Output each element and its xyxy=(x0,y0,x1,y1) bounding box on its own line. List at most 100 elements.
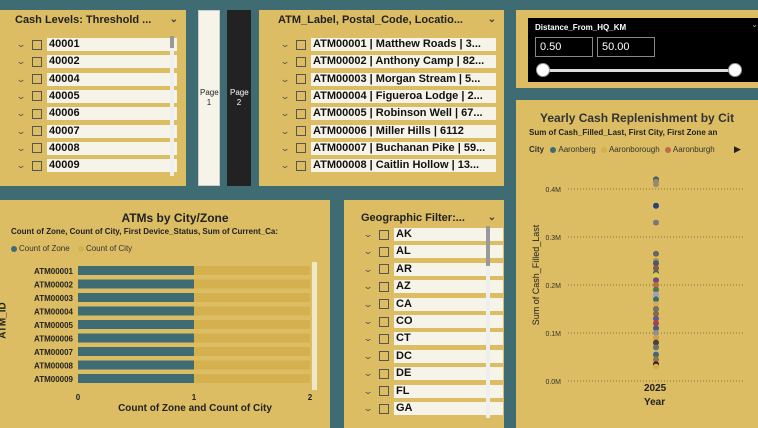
expand-chevron-icon[interactable]: ⌄ xyxy=(275,91,295,102)
slicer-item[interactable]: ⌄ 40008 xyxy=(14,140,177,157)
scroll-thumb[interactable] xyxy=(170,36,174,48)
slicer-item[interactable]: ⌄ ATM00002 | Anthony Camp | 82... xyxy=(278,53,496,70)
cash-slicer-scrollbar[interactable] xyxy=(170,36,174,176)
slicer-item[interactable]: ⌄ FL xyxy=(361,383,503,400)
geo-slicer-scrollbar[interactable] xyxy=(486,226,490,418)
distance-slider-handle-min[interactable] xyxy=(536,63,550,77)
checkbox[interactable] xyxy=(379,229,389,240)
expand-chevron-icon[interactable]: ⌄ xyxy=(275,108,295,119)
expand-chevron-icon[interactable]: ⌄ xyxy=(11,108,31,119)
slicer-item[interactable]: ⌄ 40001 xyxy=(14,36,177,53)
expand-chevron-icon[interactable]: ⌄ xyxy=(358,403,378,414)
chevron-down-icon[interactable]: ⌄ xyxy=(488,212,496,223)
expand-chevron-icon[interactable]: ⌄ xyxy=(11,126,31,137)
expand-chevron-icon[interactable]: ⌄ xyxy=(358,246,378,257)
slicer-item[interactable]: ⌄ ATM00005 | Robinson Well | 67... xyxy=(278,105,496,122)
slicer-item[interactable]: ⌄ ATM00006 | Miller Hills | 6112 xyxy=(278,123,496,140)
slicer-item[interactable]: ⌄ ATM00007 | Buchanan Pike | 59... xyxy=(278,140,496,157)
chevron-down-icon[interactable]: ⌄ xyxy=(170,14,178,25)
expand-chevron-icon[interactable]: ⌄ xyxy=(11,160,31,171)
checkbox[interactable] xyxy=(379,281,389,292)
checkbox[interactable] xyxy=(379,264,389,275)
slicer-item[interactable]: ⌄ 40007 xyxy=(14,123,177,140)
expand-chevron-icon[interactable]: ⌄ xyxy=(358,264,378,275)
checkbox[interactable] xyxy=(379,386,389,397)
checkbox[interactable] xyxy=(296,56,306,67)
expand-chevron-icon[interactable]: ⌄ xyxy=(358,386,378,397)
expand-chevron-icon[interactable]: ⌄ xyxy=(358,351,378,362)
checkbox[interactable] xyxy=(32,126,42,136)
checkbox[interactable] xyxy=(379,316,389,327)
slicer-item[interactable]: ⌄ DC xyxy=(361,348,503,365)
checkbox[interactable] xyxy=(296,143,306,154)
slicer-item[interactable]: ⌄ 40006 xyxy=(14,105,177,122)
slicer-item[interactable]: ⌄ DE xyxy=(361,365,503,382)
slicer-item[interactable]: ⌄ GA xyxy=(361,400,503,417)
checkbox[interactable] xyxy=(379,246,389,257)
expand-chevron-icon[interactable]: ⌄ xyxy=(275,74,295,85)
page-2-button[interactable]: Page 2 xyxy=(227,10,251,186)
slicer-item-label: ATM00008 | Caitlin Hollow | 13... xyxy=(311,159,496,173)
slicer-item[interactable]: ⌄ AK xyxy=(361,226,503,243)
expand-chevron-icon[interactable]: ⌄ xyxy=(358,299,378,310)
checkbox[interactable] xyxy=(296,126,306,136)
checkbox[interactable] xyxy=(379,368,389,379)
expand-chevron-icon[interactable]: ⌄ xyxy=(275,126,295,137)
checkbox[interactable] xyxy=(32,160,42,171)
checkbox[interactable] xyxy=(296,91,306,102)
expand-chevron-icon[interactable]: ⌄ xyxy=(11,91,31,102)
slicer-item[interactable]: ⌄ CO xyxy=(361,313,503,330)
chevron-down-icon[interactable]: ⌄ xyxy=(751,20,758,29)
expand-chevron-icon[interactable]: ⌄ xyxy=(275,56,295,67)
checkbox[interactable] xyxy=(296,160,306,171)
distance-max-input[interactable]: 50.00 xyxy=(597,37,655,57)
checkbox[interactable] xyxy=(32,56,42,67)
expand-chevron-icon[interactable]: ⌄ xyxy=(358,368,378,379)
slicer-item[interactable]: ⌄ AZ xyxy=(361,278,503,295)
expand-chevron-icon[interactable]: ⌄ xyxy=(275,39,295,50)
expand-chevron-icon[interactable]: ⌄ xyxy=(358,229,378,240)
slicer-item[interactable]: ⌄ ATM00003 | Morgan Stream | 5... xyxy=(278,71,496,88)
slicer-item[interactable]: ⌄ 40002 xyxy=(14,53,177,70)
bar-chart-scrollbar[interactable] xyxy=(312,262,317,390)
bar-zone xyxy=(78,306,194,316)
slicer-item[interactable]: ⌄ ATM00004 | Figueroa Lodge | 2... xyxy=(278,88,496,105)
distance-min-input[interactable]: 0.50 xyxy=(535,37,593,57)
slicer-item[interactable]: ⌄ ATM00001 | Matthew Roads | 3... xyxy=(278,36,496,53)
checkbox[interactable] xyxy=(379,351,389,362)
distance-slider-track[interactable] xyxy=(543,69,737,72)
checkbox[interactable] xyxy=(379,403,389,414)
slicer-item[interactable]: ⌄ CT xyxy=(361,330,503,347)
expand-chevron-icon[interactable]: ⌄ xyxy=(275,143,295,154)
page-1-button[interactable]: Page 1 xyxy=(198,10,220,186)
expand-chevron-icon[interactable]: ⌄ xyxy=(11,56,31,67)
checkbox[interactable] xyxy=(32,91,42,102)
slicer-item[interactable]: ⌄ 40009 xyxy=(14,157,177,174)
checkbox[interactable] xyxy=(296,39,306,50)
slicer-item[interactable]: ⌄ 40004 xyxy=(14,71,177,88)
expand-chevron-icon[interactable]: ⌄ xyxy=(275,160,295,171)
expand-chevron-icon[interactable]: ⌄ xyxy=(358,333,378,344)
checkbox[interactable] xyxy=(379,333,389,344)
checkbox[interactable] xyxy=(379,299,389,310)
checkbox[interactable] xyxy=(32,108,42,119)
checkbox[interactable] xyxy=(32,143,42,154)
checkbox[interactable] xyxy=(32,74,42,85)
slicer-item[interactable]: ⌄ CA xyxy=(361,296,503,313)
distance-slider-handle-max[interactable] xyxy=(728,63,742,77)
expand-chevron-icon[interactable]: ⌄ xyxy=(11,143,31,154)
slicer-item[interactable]: ⌄ AL xyxy=(361,243,503,260)
slicer-item[interactable]: ⌄ AR xyxy=(361,261,503,278)
slicer-item[interactable]: ⌄ 40005 xyxy=(14,88,177,105)
expand-chevron-icon[interactable]: ⌄ xyxy=(358,281,378,292)
chevron-down-icon[interactable]: ⌄ xyxy=(488,14,496,25)
geographic-slicer: Geographic Filter:... ⌄ ⌄ AK ⌄ AL ⌄ AR ⌄ AZ ⌄ CA ⌄… xyxy=(344,200,504,428)
checkbox[interactable] xyxy=(296,74,306,85)
slicer-item[interactable]: ⌄ ATM00008 | Caitlin Hollow | 13... xyxy=(278,157,496,174)
checkbox[interactable] xyxy=(296,108,306,119)
expand-chevron-icon[interactable]: ⌄ xyxy=(11,39,31,50)
scroll-thumb[interactable] xyxy=(486,226,490,266)
expand-chevron-icon[interactable]: ⌄ xyxy=(358,316,378,327)
expand-chevron-icon[interactable]: ⌄ xyxy=(11,74,31,85)
checkbox[interactable] xyxy=(32,39,42,50)
